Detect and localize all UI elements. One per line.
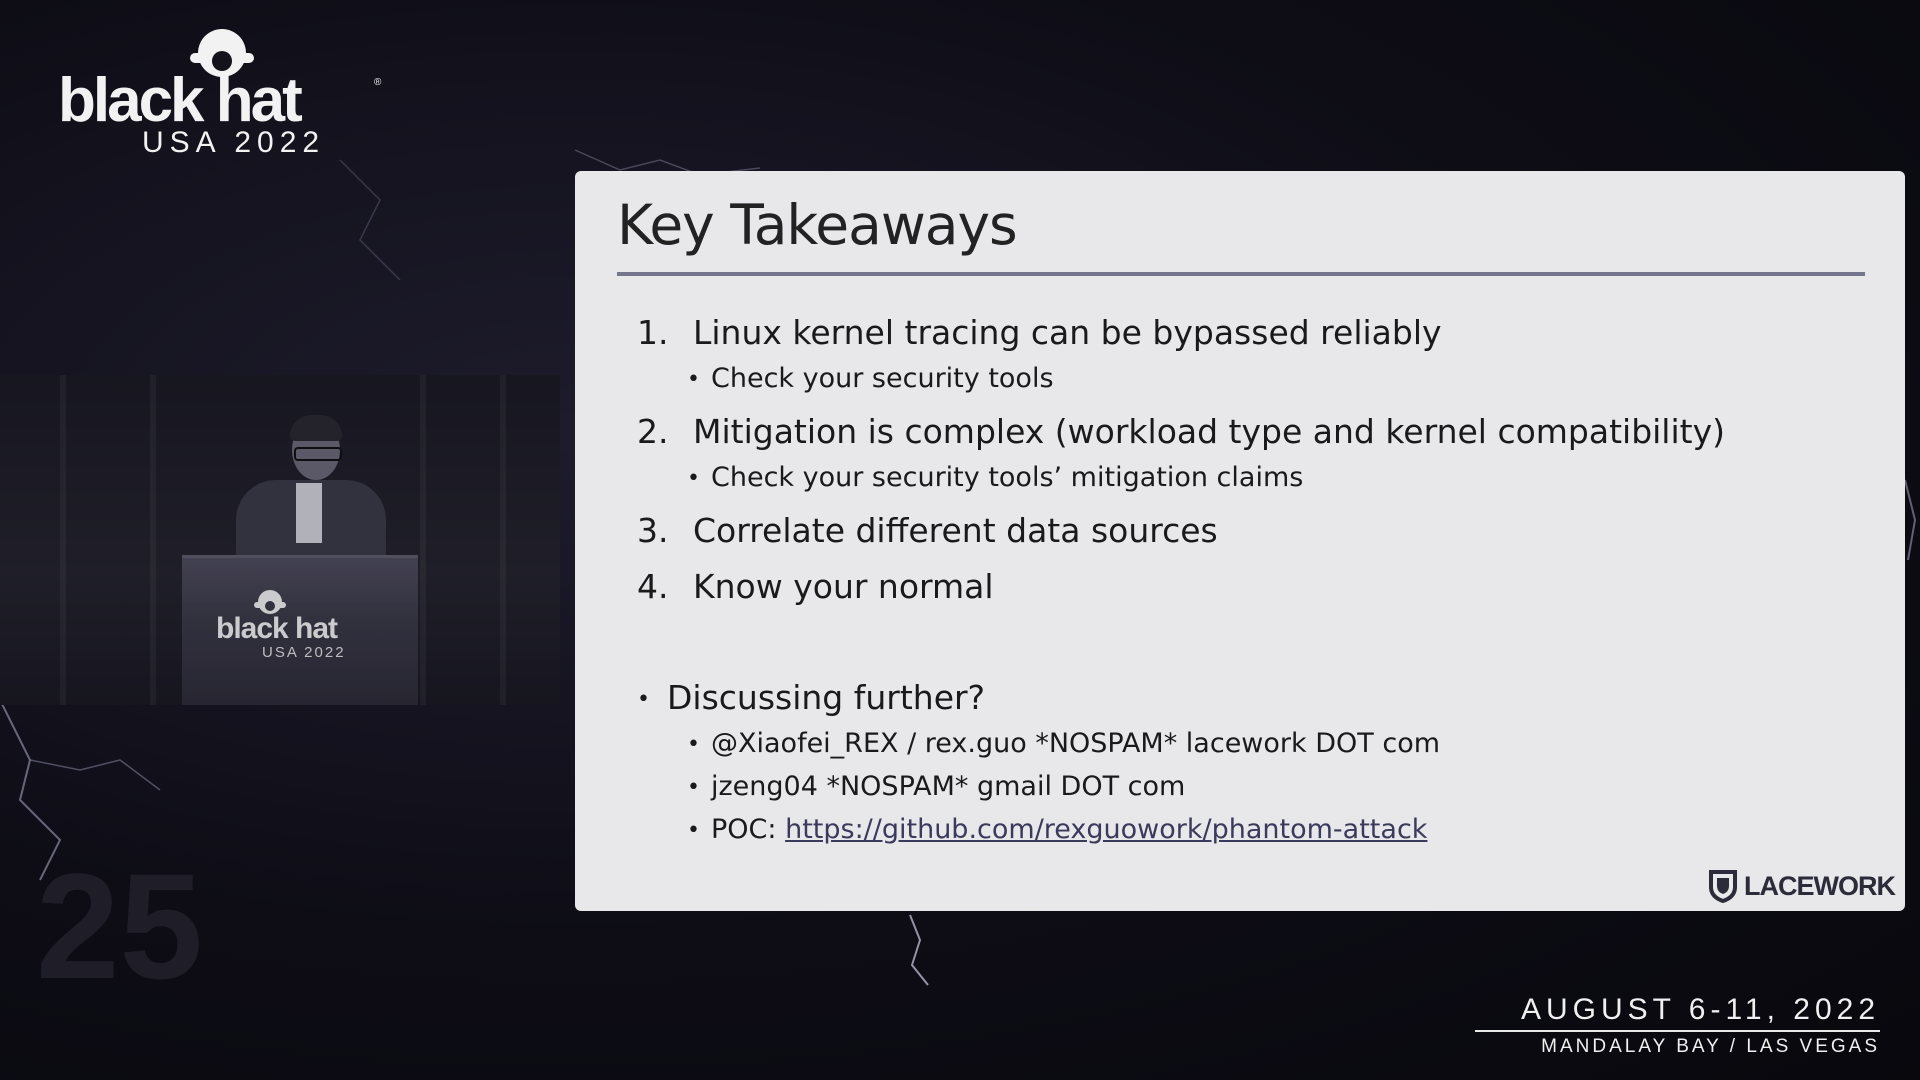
item-number: 1. [637,313,669,352]
bullet-icon: • [687,818,700,843]
logo-registered-mark: ® [374,77,382,88]
takeaway-item: 1. Linux kernel tracing can be bypassed r… [637,313,1442,352]
lacework-logo: LACEWORK [1708,869,1896,903]
title-divider [617,272,1865,276]
slide-title: Key Takeaways [617,193,1018,257]
contact-item: • jzeng04 *NOSPAM* gmail DOT com [687,771,1185,802]
poc-label: POC: [711,814,786,845]
subitem-text: Check your security tools [711,363,1054,394]
takeaway-subitem: • Check your security tools [687,363,1054,394]
logo-edition: USA 2022 [142,126,326,159]
item-number: 2. [637,412,669,451]
anniversary-watermark: 25 [36,842,203,1010]
discussion-heading-text: Discussing further? [667,678,986,717]
item-text: Linux kernel tracing can be bypassed rel… [693,313,1442,352]
takeaway-item: 2. Mitigation is complex (workload type a… [637,412,1725,451]
item-text: Know your normal [693,567,994,606]
takeaway-item: 4. Know your normal [637,567,994,606]
item-number: 4. [637,567,669,606]
event-dates: AUGUST 6-11, 2022 [1520,993,1880,1026]
item-number: 3. [637,511,669,550]
presentation-slide: Key Takeaways 1. Linux kernel tracing can… [575,171,1905,911]
lacework-shield-icon [1709,870,1738,903]
poc-item: • POC: https://github.com/rexguowork/phan… [687,814,1427,845]
item-text: Correlate different data sources [693,511,1218,550]
contact-text: jzeng04 *NOSPAM* gmail DOT com [711,771,1186,802]
takeaway-item: 3. Correlate different data sources [637,511,1218,550]
bullet-icon: • [687,367,700,392]
event-venue: MANDALAY BAY / LAS VEGAS [1541,1036,1880,1057]
lacework-wordmark: LACEWORK [1744,870,1896,901]
event-divider [1475,1030,1880,1032]
bullet-icon: • [637,687,650,712]
contact-item: • @Xiaofei_REX / rex.guo *NOSPAM* lacewor… [687,728,1440,759]
takeaway-subitem: • Check your security tools’ mitigation c… [687,462,1303,493]
item-text: Mitigation is complex (workload type and… [693,412,1725,451]
speaker-video: black hat USA 2022 [0,375,560,705]
poc-link[interactable]: https://github.com/rexguowork/phantom-at… [785,814,1427,845]
subitem-text: Check your security tools’ mitigation cl… [711,462,1304,493]
bullet-icon: • [687,732,700,757]
discussion-heading: • Discussing further? [637,678,985,717]
contact-text: @Xiaofei_REX / rex.guo *NOSPAM* lacework… [711,728,1441,759]
bullet-icon: • [687,775,700,800]
blackhat-logo: black hat ® USA 2022 [58,25,388,160]
bullet-icon: • [687,466,700,491]
